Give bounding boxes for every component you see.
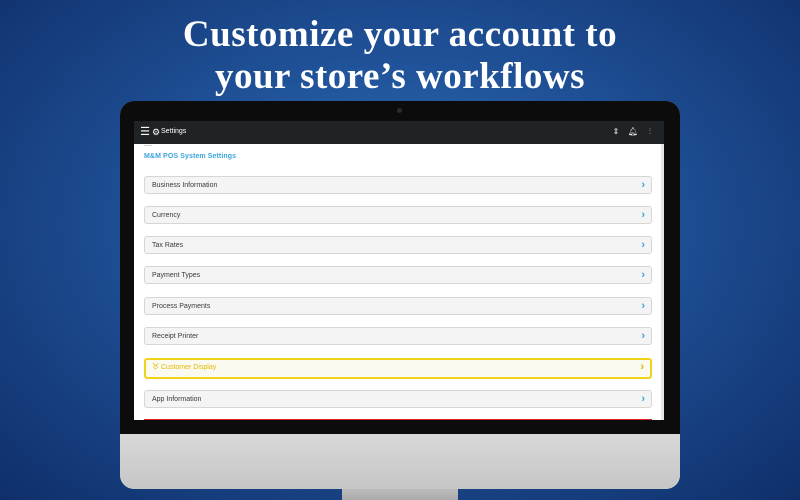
alert-row-edge bbox=[144, 419, 652, 420]
settings-row-customer-display[interactable]: ♉︎ Customer Display › bbox=[144, 358, 652, 379]
row-label: Customer Display bbox=[161, 364, 217, 371]
chevron-right-icon: › bbox=[641, 209, 645, 221]
settings-row-process-payments[interactable]: Process Payments › bbox=[144, 297, 652, 315]
topbar-title: Settings bbox=[161, 128, 187, 135]
settings-row-currency[interactable]: Currency › bbox=[144, 206, 652, 224]
section-title: M&M POS System Settings bbox=[144, 153, 237, 160]
row-label: Payment Types bbox=[152, 272, 201, 279]
settings-row-business-information[interactable]: Business Information › bbox=[144, 176, 652, 194]
app-topbar: ☰ ⚙ Settings ⇕ 🔔︎ ⫶ bbox=[134, 121, 664, 144]
app-screen: ☰ ⚙ Settings ⇕ 🔔︎ ⫶ M&M POS System Setti… bbox=[134, 121, 664, 420]
divider bbox=[144, 145, 152, 146]
sync-icon[interactable]: ⇕ bbox=[610, 126, 622, 138]
row-label: Currency bbox=[152, 212, 181, 219]
chevron-right-icon: › bbox=[641, 393, 645, 405]
row-label: Tax Rates bbox=[152, 242, 184, 249]
chevron-right-icon: › bbox=[641, 179, 645, 191]
scrollbar[interactable] bbox=[661, 144, 664, 420]
chevron-right-icon: › bbox=[641, 330, 645, 342]
headline-line-2: your store’s workflows bbox=[214, 56, 585, 97]
row-label: Receipt Printer bbox=[152, 333, 199, 340]
camera-dot bbox=[397, 108, 402, 113]
sliders-icon[interactable]: ⫶ bbox=[644, 126, 656, 138]
settings-row-payment-types[interactable]: Payment Types › bbox=[144, 266, 652, 284]
monitor-stand bbox=[342, 489, 458, 500]
chevron-right-icon: › bbox=[640, 361, 644, 373]
row-label: Business Information bbox=[152, 182, 218, 189]
badge-icon: ♉︎ bbox=[152, 362, 160, 371]
chevron-right-icon: › bbox=[641, 300, 645, 312]
menu-icon[interactable]: ☰ bbox=[138, 124, 152, 140]
gear-icon: ⚙ bbox=[152, 127, 161, 137]
settings-row-receipt-printer[interactable]: Receipt Printer › bbox=[144, 327, 652, 345]
settings-row-tax-rates[interactable]: Tax Rates › bbox=[144, 236, 652, 254]
chevron-right-icon: › bbox=[641, 269, 645, 281]
row-label: Process Payments bbox=[152, 303, 211, 310]
row-label: App Information bbox=[152, 396, 202, 403]
monitor-chin bbox=[120, 434, 680, 489]
chevron-right-icon: › bbox=[641, 239, 645, 251]
settings-row-app-information[interactable]: App Information › bbox=[144, 390, 652, 408]
bell-icon[interactable]: 🔔︎ bbox=[627, 126, 639, 138]
settings-content: M&M POS System Settings Business Informa… bbox=[134, 144, 664, 420]
marketing-headline: Customize your account to your store’s w… bbox=[0, 14, 800, 98]
headline-line-1: Customize your account to bbox=[182, 14, 618, 55]
